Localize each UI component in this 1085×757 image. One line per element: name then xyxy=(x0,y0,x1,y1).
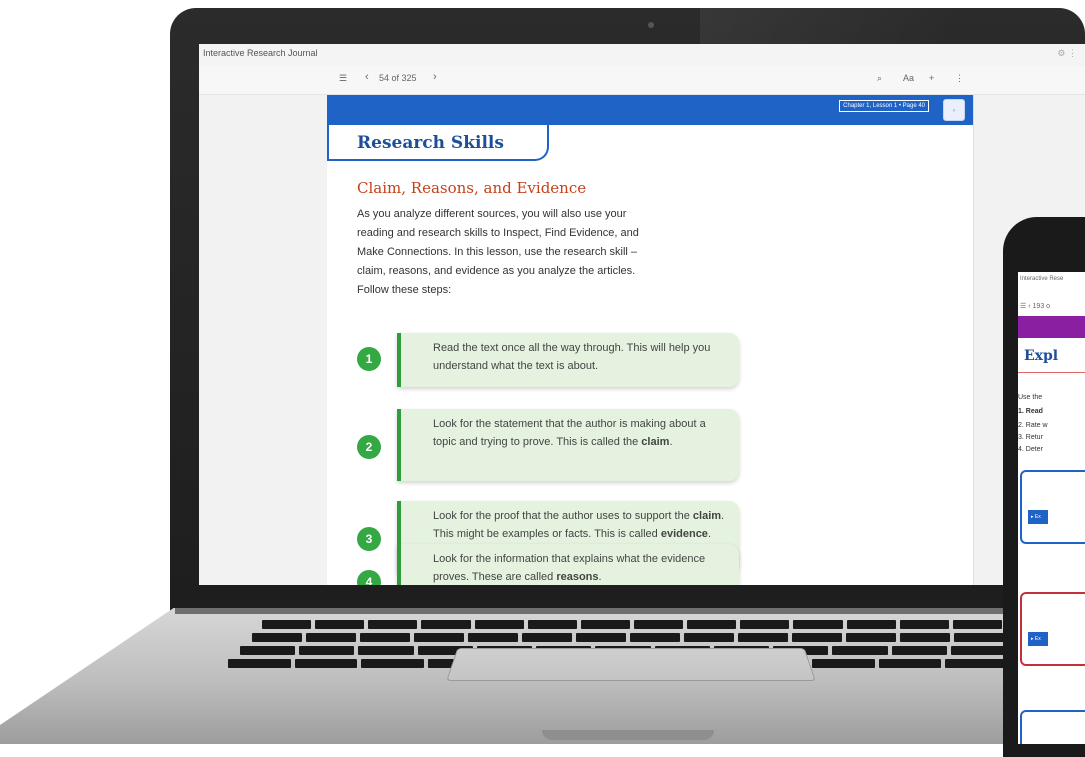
reader-toolbar: ☰ ‹ 54 of 325 › ⌕ Aa + ⋮ xyxy=(199,66,1085,95)
intro-line: Follow these steps: xyxy=(357,284,452,296)
section-heading: Claim, Reasons, and Evidence xyxy=(357,179,587,197)
step-bold: claim xyxy=(692,510,722,522)
intro-line: Make Connections. In this lesson, use th… xyxy=(357,246,638,258)
more-vertical-icon[interactable]: ⋮ xyxy=(1068,48,1077,58)
phone-header-band xyxy=(1018,316,1085,338)
chevron-left-icon[interactable]: ‹ xyxy=(1028,303,1030,310)
header-band: Chapter 1, Lesson 1 • Page 40 ◦ xyxy=(327,95,973,125)
expand-button[interactable]: ▸ Ex xyxy=(1028,632,1048,646)
phone-line: 4. Deter xyxy=(1018,446,1043,453)
key-row xyxy=(252,633,1004,642)
intro-line: claim, reasons, and evidence as you anal… xyxy=(357,265,636,277)
expand-icon[interactable]: ◦ xyxy=(943,99,965,121)
phone-line: 2. Rate w xyxy=(1018,422,1048,429)
phone-window-title: Interactive Rese xyxy=(1020,276,1064,282)
phone-line: Use the xyxy=(1018,394,1043,401)
skills-title: Research Skills xyxy=(357,133,504,153)
trackpad[interactable] xyxy=(446,648,816,681)
phone-card-red[interactable]: ▸ Ex xyxy=(1020,592,1085,666)
phone-page-counter: 193 o xyxy=(1032,303,1051,310)
phone-divider xyxy=(1018,372,1085,373)
list-icon[interactable]: ☰ xyxy=(339,73,347,84)
phone-screen: Interactive Rese ☰ ‹ 193 o Expl Use the … xyxy=(1018,272,1085,744)
plus-icon[interactable]: + xyxy=(929,73,934,83)
intro-line: reading and research skills to Inspect, … xyxy=(357,227,639,239)
phone-nav: ☰ ‹ 193 o xyxy=(1020,302,1050,310)
settings-icon[interactable]: ⚙ xyxy=(1057,48,1065,58)
window-controls[interactable]: ⚙ ⋮ xyxy=(1057,48,1077,59)
webcam-icon xyxy=(648,22,654,28)
page-counter: 54 of 325 xyxy=(379,73,417,83)
step-card: Look for the proof that the author uses … xyxy=(397,501,739,573)
app-titlebar: Interactive Research Journal ⚙ ⋮ xyxy=(199,44,1085,67)
expand-button[interactable]: ▸ Ex xyxy=(1028,510,1048,524)
document-page[interactable]: Chapter 1, Lesson 1 • Page 40 ◦ Research… xyxy=(327,95,974,585)
search-icon[interactable]: ⌕ xyxy=(877,73,882,84)
step-bold: claim xyxy=(641,436,670,448)
page-tag: Chapter 1, Lesson 1 • Page 40 xyxy=(839,100,929,112)
step-card: Read the text once all the way through. … xyxy=(397,333,739,387)
step-text: Look for the proof that the author uses … xyxy=(433,510,693,522)
step-bold: evidence xyxy=(660,528,708,540)
phone-line: 3. Retur xyxy=(1018,434,1043,441)
step-card: Look for the statement that the author i… xyxy=(397,409,739,481)
step-text: Read the text once all the way through. … xyxy=(433,342,711,372)
list-icon[interactable]: ☰ xyxy=(1020,303,1026,310)
phone-card-blue[interactable] xyxy=(1020,710,1085,744)
intro-line: As you analyze different sources, you wi… xyxy=(357,208,627,220)
window-title: Interactive Research Journal xyxy=(203,48,318,58)
more-vertical-icon[interactable]: ⋮ xyxy=(955,73,964,84)
step-text: . xyxy=(707,528,711,540)
step-number: 1 xyxy=(357,347,381,371)
font-size-button[interactable]: Aa xyxy=(903,73,914,83)
page-area: Chapter 1, Lesson 1 • Page 40 ◦ Research… xyxy=(199,95,1085,585)
phone-heading: Expl xyxy=(1024,348,1059,364)
step-number: 3 xyxy=(357,527,381,551)
intro-paragraph: As you analyze different sources, you wi… xyxy=(357,205,717,300)
chevron-left-icon[interactable]: ‹ xyxy=(365,71,369,83)
phone-card-blue[interactable]: ▸ Ex xyxy=(1020,470,1085,544)
step-text: . xyxy=(669,436,673,448)
key-row xyxy=(262,620,1002,629)
phone-line: 1. Read xyxy=(1018,408,1043,415)
chevron-right-icon[interactable]: › xyxy=(433,71,437,83)
step-number: 2 xyxy=(357,435,381,459)
laptop-screen: Interactive Research Journal ⚙ ⋮ ☰ ‹ 54 … xyxy=(199,44,1085,585)
front-notch xyxy=(542,730,714,740)
